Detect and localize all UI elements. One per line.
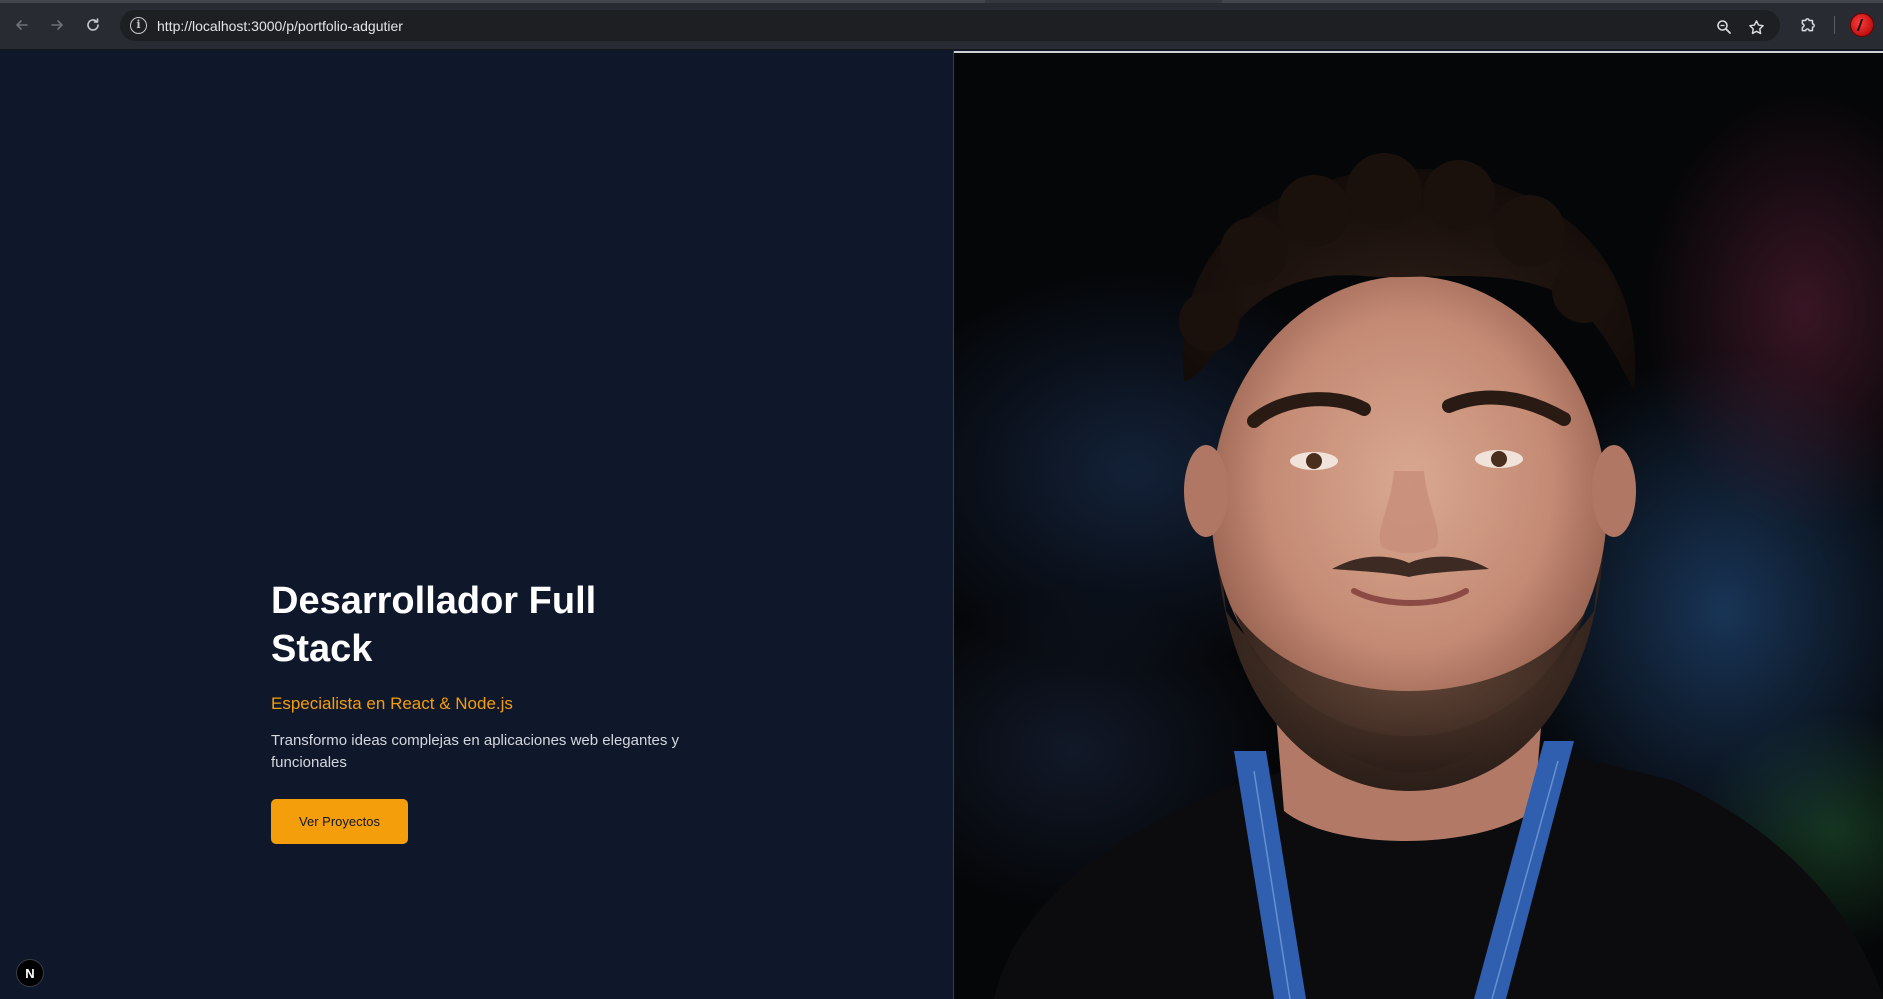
hero-portrait-panel — [953, 51, 1883, 999]
hero-description: Transformo ideas complejas en aplicacion… — [271, 732, 679, 771]
star-icon — [1748, 19, 1764, 34]
tab-strip-segment — [0, 0, 985, 3]
extensions-button[interactable] — [1796, 13, 1820, 37]
arrow-left-icon — [16, 20, 28, 30]
profile-avatar[interactable] — [1850, 13, 1874, 37]
toolbar-divider — [1834, 16, 1835, 34]
info-icon[interactable]: i — [130, 17, 147, 34]
bookmark-button[interactable] — [1747, 18, 1765, 36]
reload-icon — [87, 18, 99, 31]
hero-text-panel: Desarrollador Full Stack Especialista en… — [0, 51, 953, 999]
back-button[interactable] — [10, 13, 34, 37]
tab-strip-segment — [1222, 0, 1883, 3]
tab-strip — [0, 0, 1883, 3]
forward-button[interactable] — [45, 13, 69, 37]
browser-toolbar: i http://localhost:3000/p/portfolio-adgu… — [0, 0, 1883, 50]
portrait-photo — [994, 153, 1883, 999]
nextjs-dev-indicator[interactable]: N — [16, 959, 44, 987]
url-text[interactable]: http://localhost:3000/p/portfolio-adguti… — [157, 18, 403, 34]
zoom-icon — [1717, 20, 1731, 34]
portfolio-page: Desarrollador Full Stack Especialista en… — [0, 51, 1883, 999]
hero-title: Desarrollador Full Stack — [271, 580, 597, 670]
zoom-button[interactable] — [1715, 18, 1733, 36]
puzzle-icon — [1801, 18, 1815, 32]
hero-subtitle: Especialista en React & Node.js — [271, 694, 513, 713]
view-projects-button[interactable]: Ver Proyectos — [271, 799, 408, 844]
reload-button[interactable] — [81, 13, 105, 37]
arrow-right-icon — [51, 20, 63, 30]
address-bar[interactable]: i http://localhost:3000/p/portfolio-adgu… — [120, 10, 1780, 41]
